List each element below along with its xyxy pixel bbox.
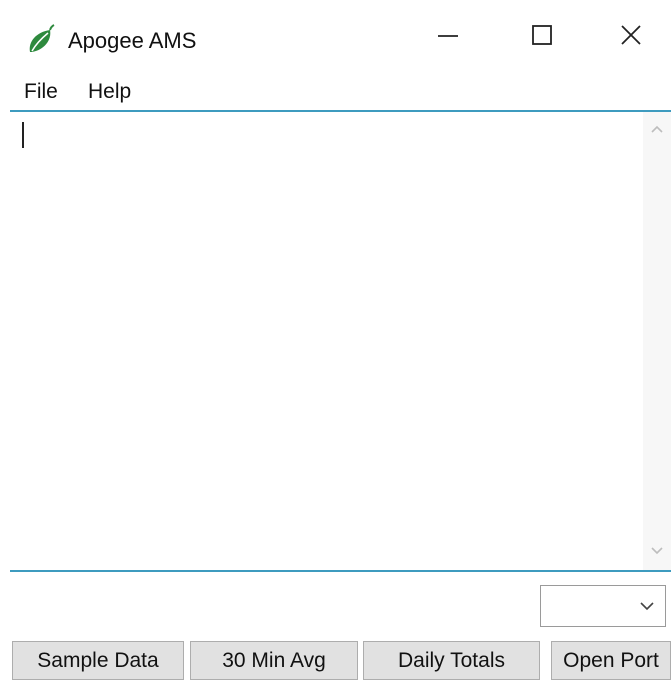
chevron-down-icon: [650, 543, 664, 561]
output-text-area[interactable]: [10, 110, 671, 572]
leaf-icon: [26, 24, 56, 56]
30-min-avg-button[interactable]: 30 Min Avg: [190, 641, 358, 680]
vertical-scrollbar[interactable]: [643, 112, 671, 570]
text-caret: [22, 122, 24, 148]
chevron-down-icon[interactable]: [635, 586, 659, 626]
chevron-up-icon: [650, 121, 664, 139]
sample-data-button[interactable]: Sample Data: [12, 641, 184, 680]
close-button[interactable]: [587, 0, 671, 74]
scroll-up-button[interactable]: [643, 116, 671, 144]
port-select[interactable]: [540, 585, 666, 627]
menu-help[interactable]: Help: [88, 78, 131, 106]
minimize-button[interactable]: [404, 0, 492, 74]
title-bar[interactable]: Apogee AMS: [0, 0, 671, 74]
minimize-icon: [436, 23, 460, 52]
menu-bar: File Help: [0, 74, 671, 110]
daily-totals-button[interactable]: Daily Totals: [363, 641, 540, 680]
maximize-icon: [530, 23, 554, 52]
app-window: Apogee AMS File Help Sample Data 30 Min …: [0, 0, 671, 680]
window-title: Apogee AMS: [68, 28, 197, 53]
close-icon: [619, 23, 643, 52]
menu-file[interactable]: File: [24, 78, 58, 106]
maximize-button[interactable]: [498, 0, 586, 74]
open-port-button[interactable]: Open Port: [551, 641, 671, 680]
scroll-down-button[interactable]: [643, 538, 671, 566]
